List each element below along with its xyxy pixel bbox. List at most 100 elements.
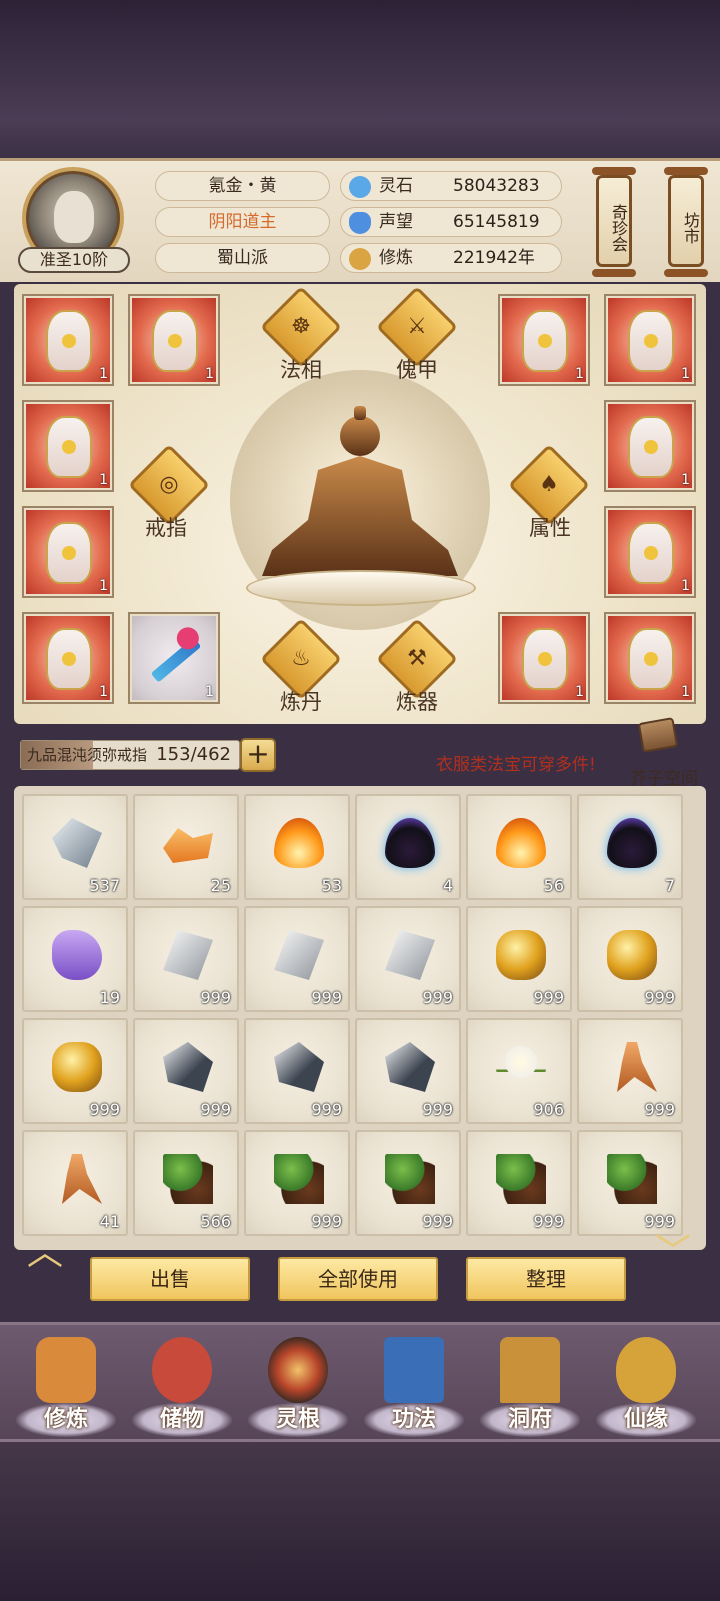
- sell-button[interactable]: 出售: [90, 1257, 250, 1301]
- herb-root-icon: [607, 1154, 657, 1204]
- inventory-slot[interactable]: 999: [355, 1130, 461, 1236]
- faxiang-label: 法相: [280, 358, 322, 382]
- slot-count: 1: [681, 472, 690, 488]
- resource-value: 221942年: [453, 248, 535, 268]
- ring-name: 九品混沌须弥戒指: [27, 746, 148, 764]
- inventory-slot[interactable]: 999: [355, 1018, 461, 1124]
- nav-spirit-root[interactable]: 灵根: [248, 1331, 348, 1439]
- nav-technique[interactable]: 功法: [364, 1331, 464, 1439]
- page-down-arrow-icon[interactable]: ﹀: [648, 1235, 698, 1271]
- inventory-slot[interactable]: 999: [244, 1018, 350, 1124]
- purple-cloud-icon: [52, 930, 102, 980]
- equip-slot[interactable]: 1: [22, 506, 114, 598]
- item-count: 7: [664, 876, 675, 895]
- inventory-slot[interactable]: 41: [22, 1130, 128, 1236]
- inventory-slot[interactable]: 4: [355, 794, 461, 900]
- equip-slot-weapon[interactable]: 1: [128, 612, 220, 704]
- silver-crystal-icon: [385, 930, 435, 980]
- iron-ore-icon: [385, 1042, 435, 1092]
- inventory-slot[interactable]: 53: [244, 794, 350, 900]
- equip-slot[interactable]: 1: [604, 294, 696, 386]
- inventory-slot[interactable]: 19: [22, 906, 128, 1012]
- game-screen: 准圣10阶 氪金・黄 阴阳道主 蜀山派 灵石 58043283 声望 65145…: [0, 0, 720, 1601]
- inventory-slot[interactable]: 999: [577, 906, 683, 1012]
- bottom-nav: 修炼 储物 灵根 功法 洞府 仙缘: [0, 1322, 720, 1442]
- item-count: 999: [422, 1100, 453, 1119]
- player-sect: 蜀山派: [155, 243, 330, 273]
- inventory-slot[interactable]: 999: [577, 1018, 683, 1124]
- item-count: 999: [200, 1100, 231, 1119]
- item-count: 41: [99, 1212, 120, 1231]
- chest-icon: [637, 717, 679, 753]
- item-count: 4: [442, 876, 453, 895]
- inventory-slot[interactable]: 999: [133, 906, 239, 1012]
- cultivator-icon: [36, 1337, 96, 1403]
- player-header: 准圣10阶 氪金・黄 阴阳道主 蜀山派 灵石 58043283 声望 65145…: [0, 158, 720, 282]
- ring-capacity-bar: 九品混沌须弥戒指 153/462: [20, 740, 240, 770]
- expand-capacity-button[interactable]: +: [240, 738, 276, 772]
- inventory-slot[interactable]: 566: [133, 1130, 239, 1236]
- equip-slot[interactable]: 1: [128, 294, 220, 386]
- equip-slot[interactable]: 1: [22, 612, 114, 704]
- forging-label: 炼器: [396, 690, 438, 714]
- nav-storage[interactable]: 储物: [132, 1331, 232, 1439]
- inventory-slot[interactable]: 7: [577, 794, 683, 900]
- inventory-grid: 537 25 53 4 56 7 19 999 999 999 999 999 999 999 999 999…: [14, 786, 706, 1250]
- herb-root-icon: [385, 1154, 435, 1204]
- inventory-slot[interactable]: 999: [244, 1130, 350, 1236]
- slot-count: 1: [681, 578, 690, 594]
- ring-icon: ◎: [159, 472, 179, 497]
- equip-slot[interactable]: 1: [604, 612, 696, 704]
- inventory-slot[interactable]: 999: [244, 906, 350, 1012]
- avatar-face: [54, 191, 94, 243]
- use-all-button[interactable]: 全部使用: [278, 1257, 438, 1301]
- ring-label: 戒指: [145, 516, 187, 540]
- spirit-stone-icon: [349, 176, 371, 198]
- equip-slot[interactable]: 1: [604, 400, 696, 492]
- resource-label: 灵石: [379, 176, 413, 196]
- item-count: 999: [533, 988, 564, 1007]
- item-count: 999: [533, 1212, 564, 1231]
- ginseng-root-icon: [62, 1154, 102, 1204]
- nav-cave[interactable]: 洞府: [480, 1331, 580, 1439]
- player-dao-title: 阴阳道主: [155, 207, 330, 237]
- inventory-slot[interactable]: 999: [466, 1130, 572, 1236]
- robe-icon: [628, 628, 674, 690]
- inventory-slot[interactable]: 537: [22, 794, 128, 900]
- scroll-cap: [592, 167, 636, 175]
- resource-spirit-stone: 灵石 58043283: [340, 171, 562, 201]
- nav-fate[interactable]: 仙缘: [596, 1331, 696, 1439]
- mustard-space-button[interactable]: [630, 716, 686, 760]
- inventory-slot[interactable]: 999: [22, 1018, 128, 1124]
- sort-button[interactable]: 整理: [466, 1257, 626, 1301]
- nav-cultivate[interactable]: 修炼: [16, 1331, 116, 1439]
- equip-notice: 衣服类法宝可穿多件!: [436, 755, 596, 775]
- prestige-crystal-icon: [349, 212, 371, 234]
- scroll-cap: [664, 167, 708, 175]
- equip-slot[interactable]: 1: [22, 294, 114, 386]
- inventory-slot[interactable]: 999: [133, 1018, 239, 1124]
- market-button[interactable]: 坊市: [668, 175, 704, 267]
- robe-icon: [46, 310, 92, 372]
- item-count: 999: [422, 988, 453, 1007]
- inventory-slot[interactable]: 25: [133, 794, 239, 900]
- equip-slot[interactable]: 1: [22, 400, 114, 492]
- inventory-slot[interactable]: 999: [466, 906, 572, 1012]
- player-rank: 准圣10阶: [18, 247, 130, 273]
- robe-icon: [46, 522, 92, 584]
- iron-ore-icon: [163, 1042, 213, 1092]
- page-up-arrow-icon[interactable]: ︿: [20, 1235, 70, 1271]
- silver-crystal-icon: [163, 930, 213, 980]
- treasure-fair-button[interactable]: 奇珍会: [596, 175, 632, 267]
- equip-slot[interactable]: 1: [498, 294, 590, 386]
- inventory-slot[interactable]: 906: [466, 1018, 572, 1124]
- puppet-armor-icon: ⚔: [407, 314, 427, 339]
- inventory-slot[interactable]: 999: [355, 906, 461, 1012]
- inventory-slot[interactable]: 999: [577, 1130, 683, 1236]
- item-count: 999: [311, 1212, 342, 1231]
- inventory-slot[interactable]: 56: [466, 794, 572, 900]
- robe-icon: [628, 416, 674, 478]
- player-tier: 氪金・黄: [155, 171, 330, 201]
- equip-slot[interactable]: 1: [498, 612, 590, 704]
- equip-slot[interactable]: 1: [604, 506, 696, 598]
